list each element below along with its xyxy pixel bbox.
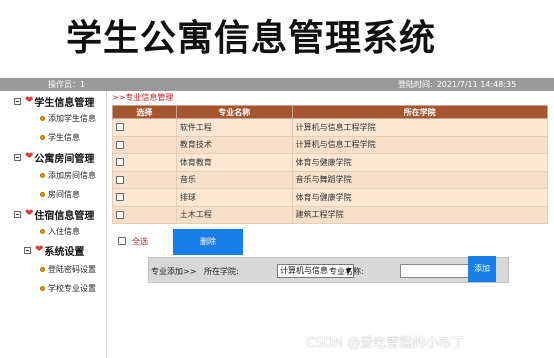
table-row: 音乐 音乐与舞蹈学院 bbox=[112, 170, 549, 189]
sidebar-item-add-room[interactable]: 添加房间信息 bbox=[40, 169, 96, 181]
college-cell: 建筑工程学院 bbox=[291, 205, 549, 224]
college-cell: 体育与健康学院 bbox=[291, 188, 549, 207]
bullet-icon bbox=[40, 115, 45, 121]
table-row: 排球 体育与健康学院 bbox=[112, 188, 549, 207]
status-bar: 操作员：1 登陆时间: 2021/7/11 14:48:35 bbox=[0, 78, 554, 91]
sidebar-item-label: 入住信息 bbox=[48, 226, 80, 236]
major-name-input[interactable] bbox=[400, 264, 477, 278]
sidebar-group-label: 住宿信息管理 bbox=[34, 210, 95, 222]
college-cell: 计算机与信息工程学院 bbox=[291, 135, 549, 154]
app-window: 学生公寓信息管理系统 操作员：1 登陆时间: 2021/7/11 14:48:35… bbox=[0, 0, 554, 358]
login-time-value: 2021/7/11 14:48:35 bbox=[436, 80, 517, 89]
add-form-title: 专业添加>> bbox=[151, 267, 197, 276]
row-checkbox[interactable] bbox=[116, 175, 124, 184]
sidebar-item-label: 房间信息 bbox=[48, 189, 80, 199]
heart-icon: ❤ bbox=[25, 95, 34, 106]
sidebar-item-add-student[interactable]: 添加学生信息 bbox=[40, 112, 96, 124]
select-cell bbox=[112, 170, 177, 189]
table-header-row: 选择 专业名称 所在学院 bbox=[112, 105, 549, 119]
heart-icon: ❤ bbox=[35, 244, 44, 255]
watermark: CSDN @爱吃雪糕的小布丁 bbox=[306, 336, 465, 351]
add-major-form: 专业添加>> 所在学院: 计算机与信息 ▼ 专业名称: bbox=[148, 257, 509, 283]
major-cell: 教育技术 bbox=[175, 135, 293, 154]
select-cell bbox=[112, 118, 177, 137]
sidebar: ❤ 学生信息管理 添加学生信息 学生信息 ❤ 公寓房间管理 添加房间信息 房间信… bbox=[0, 91, 107, 358]
select-all-label[interactable]: 全选 bbox=[132, 236, 148, 247]
sidebar-item-checkin-info[interactable]: 入住信息 bbox=[40, 225, 80, 237]
collapse-icon[interactable] bbox=[14, 153, 21, 161]
collapse-icon[interactable] bbox=[14, 210, 21, 218]
major-cell: 体育教育 bbox=[175, 153, 293, 172]
sidebar-group-label: 公寓房间管理 bbox=[34, 153, 95, 165]
college-select-value: 计算机与信息 bbox=[280, 266, 328, 275]
bullet-icon bbox=[40, 266, 45, 272]
add-button[interactable]: 添加 bbox=[468, 256, 496, 282]
sidebar-group-lodging[interactable]: ❤ 住宿信息管理 bbox=[14, 207, 95, 222]
major-name-label: 专业名称: bbox=[329, 267, 364, 276]
bullet-icon bbox=[40, 285, 45, 291]
collapse-icon[interactable] bbox=[14, 97, 21, 105]
college-cell: 体育与健康学院 bbox=[291, 153, 549, 172]
major-cell: 音乐 bbox=[175, 170, 293, 189]
sidebar-group-label: 系统设置 bbox=[44, 246, 85, 258]
bullet-icon bbox=[40, 228, 45, 234]
college-label: 所在学院: bbox=[204, 267, 239, 276]
row-checkbox[interactable] bbox=[116, 140, 124, 149]
major-table: 选择 专业名称 所在学院 软件工程 计算机与信息工程学院 教育技术 计算机与信息… bbox=[112, 105, 549, 224]
table-row: 体育教育 体育与健康学院 bbox=[112, 153, 549, 172]
table-row: 软件工程 计算机与信息工程学院 bbox=[112, 118, 549, 137]
column-header-select: 选择 bbox=[112, 105, 177, 119]
select-cell bbox=[112, 153, 177, 172]
sidebar-group-label: 学生信息管理 bbox=[34, 97, 95, 109]
login-time-label: 登陆时间: bbox=[398, 80, 433, 89]
column-header-college: 所在学院 bbox=[291, 105, 549, 119]
select-all-checkbox[interactable] bbox=[118, 237, 126, 245]
college-cell: 音乐与舞蹈学院 bbox=[291, 170, 549, 189]
bullet-icon bbox=[40, 172, 45, 178]
operator-label: 操作员：1 bbox=[48, 80, 86, 89]
heart-icon: ❤ bbox=[25, 208, 34, 219]
table-actions: 全选 删除 bbox=[112, 229, 548, 255]
sidebar-item-label: 添加学生信息 bbox=[48, 113, 96, 123]
bullet-icon bbox=[40, 191, 45, 197]
select-cell bbox=[112, 135, 177, 154]
breadcrumb: >>专业信息管理 bbox=[112, 93, 174, 102]
select-cell bbox=[112, 188, 177, 207]
major-cell: 排球 bbox=[175, 188, 293, 207]
sidebar-item-room-info[interactable]: 房间信息 bbox=[40, 188, 80, 200]
row-checkbox[interactable] bbox=[116, 158, 124, 167]
sidebar-item-label: 学生信息 bbox=[48, 132, 80, 142]
row-checkbox[interactable] bbox=[116, 123, 124, 132]
delete-button[interactable]: 删除 bbox=[173, 229, 243, 255]
major-cell: 土木工程 bbox=[175, 205, 293, 224]
major-cell: 软件工程 bbox=[175, 118, 293, 137]
header: 学生公寓信息管理系统 bbox=[0, 0, 554, 78]
row-checkbox[interactable] bbox=[116, 193, 124, 202]
heart-icon: ❤ bbox=[25, 151, 34, 162]
login-time: 登陆时间: 2021/7/11 14:48:35 bbox=[398, 78, 516, 91]
column-header-major: 专业名称 bbox=[175, 105, 293, 119]
sidebar-group-student[interactable]: ❤ 学生信息管理 bbox=[14, 94, 95, 109]
sidebar-item-label: 添加房间信息 bbox=[48, 170, 96, 180]
table-row: 土木工程 建筑工程学院 bbox=[112, 205, 549, 224]
app-title: 学生公寓信息管理系统 bbox=[66, 18, 437, 59]
sidebar-group-room[interactable]: ❤ 公寓房间管理 bbox=[14, 150, 95, 165]
sidebar-item-major-settings[interactable]: 学校专业设置 bbox=[40, 282, 96, 294]
row-checkbox[interactable] bbox=[116, 210, 124, 219]
select-cell bbox=[112, 205, 177, 224]
sidebar-item-student-info[interactable]: 学生信息 bbox=[40, 131, 80, 143]
main-content: >>专业信息管理 选择 专业名称 所在学院 软件工程 计算机与信息工程学院 教育… bbox=[112, 93, 549, 358]
college-cell: 计算机与信息工程学院 bbox=[291, 118, 549, 137]
table-row: 教育技术 计算机与信息工程学院 bbox=[112, 135, 549, 154]
sidebar-item-password-settings[interactable]: 登陆密码设置 bbox=[40, 263, 96, 275]
sidebar-item-label: 登陆密码设置 bbox=[48, 264, 96, 274]
sidebar-item-label: 学校专业设置 bbox=[48, 283, 96, 293]
bullet-icon bbox=[40, 134, 45, 140]
sidebar-group-settings[interactable]: ❤ 系统设置 bbox=[24, 243, 85, 258]
collapse-icon[interactable] bbox=[24, 246, 31, 254]
